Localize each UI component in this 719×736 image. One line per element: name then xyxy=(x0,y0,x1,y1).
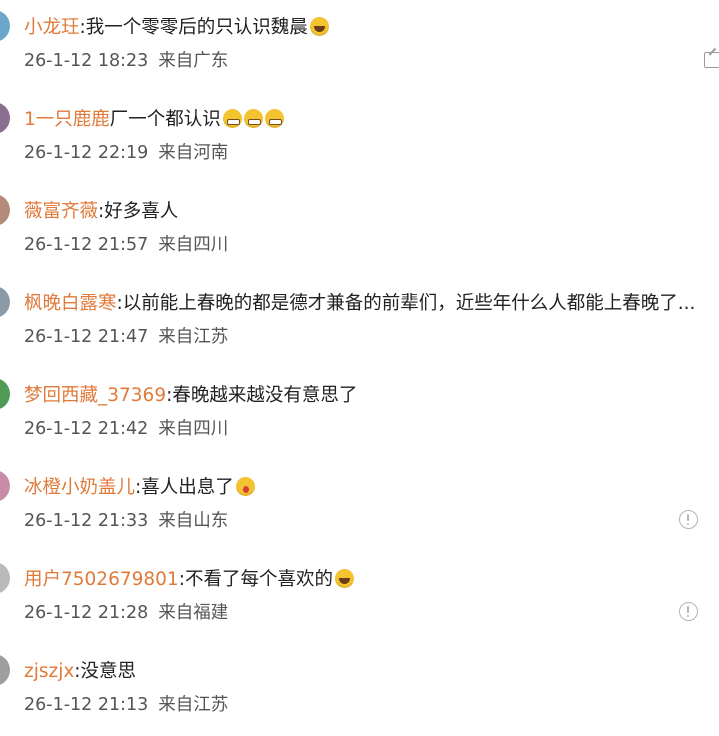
comment-location: 来自江苏 xyxy=(158,695,229,715)
report-icon[interactable] xyxy=(679,510,698,529)
comment-meta: 26-1-12 21:28 来自福建 xyxy=(24,601,228,625)
comment-meta: 26-1-12 22:19 来自河南 xyxy=(24,141,228,165)
username-link[interactable]: 梦回西藏_37369 xyxy=(24,385,166,406)
comment-text-line: 薇富齐薇:好多喜人 xyxy=(24,198,178,226)
comment-location: 来自四川 xyxy=(158,235,229,255)
comment-text: 我一个零零后的只认识魏晨 xyxy=(85,17,308,38)
comment-timestamp: 26-1-12 22:19 xyxy=(24,143,149,163)
comment-text: 没意思 xyxy=(80,661,137,682)
comment-location: 来自江苏 xyxy=(158,327,229,347)
comment-meta: 26-1-12 21:42 来自四川 xyxy=(24,417,228,441)
avatar[interactable] xyxy=(0,378,10,410)
comment-location: 来自四川 xyxy=(158,419,229,439)
comment-item: 梦回西藏_37369:春晚越来越没有意思了 26-1-12 21:42 来自四川 xyxy=(0,368,719,460)
comment-timestamp: 26-1-12 21:57 xyxy=(24,235,149,255)
comment-timestamp: 26-1-12 21:13 xyxy=(24,695,149,715)
avatar[interactable] xyxy=(0,102,10,134)
comment-text: 春晚越来越没有意思了 xyxy=(172,385,358,406)
comment-timestamp: 26-1-12 21:42 xyxy=(24,419,149,439)
comment-text: 厂一个都认识 xyxy=(109,109,221,130)
username-link[interactable]: 1一只鹿鹿 xyxy=(24,109,110,130)
comment-text-line: 用户7502679801:不看了每个喜欢的 xyxy=(24,566,354,594)
comment-item: 冰橙小奶盖儿:喜人出息了 26-1-12 21:33 来自山东 xyxy=(0,460,719,552)
comment-text: 好多喜人 xyxy=(104,201,179,222)
comment-timestamp: 26-1-12 21:47 xyxy=(24,327,149,347)
comment-location: 来自河南 xyxy=(158,143,229,163)
comment-text-line: 梦回西藏_37369:春晚越来越没有意思了 xyxy=(24,382,357,410)
comment-location: 来自广东 xyxy=(158,51,229,71)
comment-meta: 26-1-12 21:13 来自江苏 xyxy=(24,693,228,717)
comment-item: zjszjx:没意思 26-1-12 21:13 来自江苏 xyxy=(0,644,719,736)
wow-emoji-icon xyxy=(235,477,255,496)
comment-meta: 26-1-12 21:33 来自山东 xyxy=(24,509,228,533)
share-icon[interactable] xyxy=(704,52,719,68)
grin-emoji-icon xyxy=(222,109,242,128)
laugh-emoji-icon xyxy=(334,569,354,588)
report-icon[interactable] xyxy=(679,602,698,621)
comment-item: 小龙玨:我一个零零后的只认识魏晨 26-1-12 18:23 来自广东 xyxy=(0,0,719,92)
comment-item: 用户7502679801:不看了每个喜欢的 26-1-12 21:28 来自福建 xyxy=(0,552,719,644)
comment-meta: 26-1-12 21:57 来自四川 xyxy=(24,233,228,257)
grin-emoji-icon xyxy=(243,109,263,128)
comment-text: 喜人出息了 xyxy=(141,477,234,498)
comment-location: 来自福建 xyxy=(158,603,229,623)
comment-timestamp: 26-1-12 18:23 xyxy=(24,51,149,71)
comment-item: 枫晚白露寒:以前能上春晚的都是德才兼备的前辈们，近些年什么人都能上春晚了... … xyxy=(0,276,719,368)
comment-text: 不看了每个喜欢的 xyxy=(184,569,333,590)
comment-location: 来自山东 xyxy=(158,511,229,531)
laugh-emoji-icon xyxy=(309,17,329,36)
comment-text-line: 小龙玨:我一个零零后的只认识魏晨 xyxy=(24,14,329,42)
comment-meta: 26-1-12 21:47 来自江苏 xyxy=(24,325,228,349)
username-link[interactable]: zjszjx xyxy=(24,661,74,682)
comment-timestamp: 26-1-12 21:28 xyxy=(24,603,149,623)
comment-item: 薇富齐薇:好多喜人 26-1-12 21:57 来自四川 xyxy=(0,184,719,276)
avatar[interactable] xyxy=(0,562,10,594)
avatar[interactable] xyxy=(0,286,10,318)
avatar[interactable] xyxy=(0,654,10,686)
comment-text: 以前能上春晚的都是德才兼备的前辈们，近些年什么人都能上春晚了... xyxy=(122,293,696,314)
grin-emoji-icon xyxy=(264,109,284,128)
comment-text-line: 枫晚白露寒:以前能上春晚的都是德才兼备的前辈们，近些年什么人都能上春晚了... xyxy=(24,290,695,318)
username-link[interactable]: 用户7502679801 xyxy=(24,569,179,590)
comment-meta: 26-1-12 18:23 来自广东 xyxy=(24,49,228,73)
username-link[interactable]: 薇富齐薇 xyxy=(24,201,98,222)
comment-timestamp: 26-1-12 21:33 xyxy=(24,511,149,531)
avatar[interactable] xyxy=(0,10,10,42)
username-link[interactable]: 冰橙小奶盖儿 xyxy=(24,477,135,498)
username-link[interactable]: 枫晚白露寒 xyxy=(24,293,117,314)
comment-text-line: 1一只鹿鹿厂一个都认识 xyxy=(24,106,284,134)
comment-list: 小龙玨:我一个零零后的只认识魏晨 26-1-12 18:23 来自广东 1一只鹿鹿… xyxy=(0,0,719,728)
avatar[interactable] xyxy=(0,470,10,502)
comment-text-line: zjszjx:没意思 xyxy=(24,658,136,686)
username-link[interactable]: 小龙玨 xyxy=(24,17,80,38)
comment-item: 1一只鹿鹿厂一个都认识 26-1-12 22:19 来自河南 xyxy=(0,92,719,184)
avatar[interactable] xyxy=(0,194,10,226)
comment-text-line: 冰橙小奶盖儿:喜人出息了 xyxy=(24,474,255,502)
